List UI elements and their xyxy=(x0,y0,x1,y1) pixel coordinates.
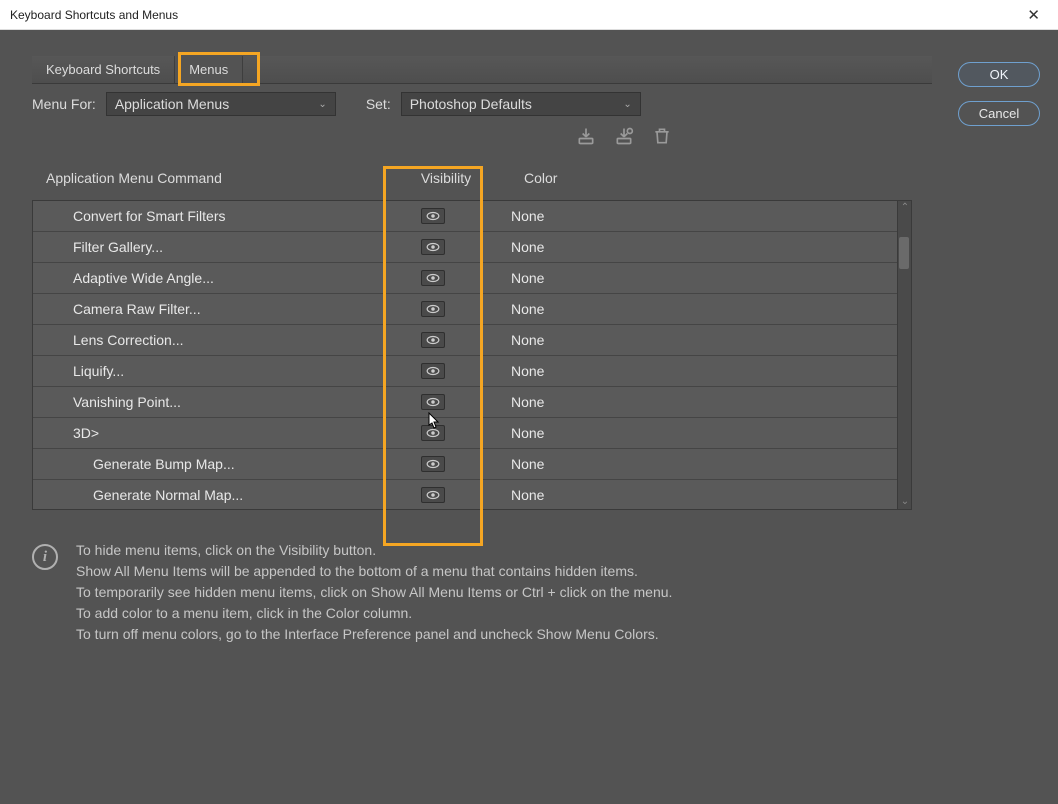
info-line: To turn off menu colors, go to the Inter… xyxy=(76,624,672,645)
menu-command-label: Adaptive Wide Angle... xyxy=(33,270,383,286)
menu-for-label: Menu For: xyxy=(32,96,96,112)
scroll-thumb[interactable] xyxy=(899,237,909,269)
visibility-toggle[interactable] xyxy=(421,332,445,348)
chevron-down-icon: ⌄ xyxy=(623,99,631,110)
color-cell[interactable]: None xyxy=(483,332,863,348)
menu-command-label: Lens Correction... xyxy=(33,332,383,348)
color-cell[interactable]: None xyxy=(483,270,863,286)
color-cell[interactable]: None xyxy=(483,456,863,472)
cancel-button[interactable]: Cancel xyxy=(958,101,1040,126)
table-row[interactable]: Vanishing Point... None xyxy=(33,387,911,418)
color-cell[interactable]: None xyxy=(483,363,863,379)
save-set-as-icon[interactable] xyxy=(614,126,634,146)
menu-for-select[interactable]: Application Menus ⌄ xyxy=(106,92,336,116)
column-header-command: Application Menu Command xyxy=(46,170,396,186)
tab-bar: Keyboard Shortcuts Menus xyxy=(32,56,932,84)
menu-for-value: Application Menus xyxy=(115,96,229,112)
table-row[interactable]: Lens Correction... None xyxy=(33,325,911,356)
color-cell[interactable]: None xyxy=(483,301,863,317)
visibility-toggle[interactable] xyxy=(421,456,445,472)
trash-icon[interactable] xyxy=(652,126,672,146)
color-cell[interactable]: None xyxy=(483,239,863,255)
color-cell[interactable]: None xyxy=(483,394,863,410)
color-cell[interactable]: None xyxy=(483,208,863,224)
scrollbar[interactable]: ⌃ ⌄ xyxy=(897,201,911,509)
visibility-toggle[interactable] xyxy=(421,425,445,441)
set-label: Set: xyxy=(366,96,391,112)
menu-command-label: Camera Raw Filter... xyxy=(33,301,383,317)
menu-command-label: Filter Gallery... xyxy=(33,239,383,255)
menu-command-label: 3D> xyxy=(33,425,383,441)
scroll-down-icon[interactable]: ⌄ xyxy=(898,495,912,509)
tab-keyboard-shortcuts[interactable]: Keyboard Shortcuts xyxy=(32,56,175,83)
menu-command-label: Generate Bump Map... xyxy=(33,456,383,472)
table-row[interactable]: Adaptive Wide Angle... None xyxy=(33,263,911,294)
visibility-toggle[interactable] xyxy=(421,239,445,255)
column-header-color: Color xyxy=(496,170,876,186)
titlebar: Keyboard Shortcuts and Menus ✕ xyxy=(0,0,1058,30)
menu-grid: Application Menu Command Visibility Colo… xyxy=(32,164,912,510)
visibility-toggle[interactable] xyxy=(421,394,445,410)
info-line: To hide menu items, click on the Visibil… xyxy=(76,540,672,561)
visibility-toggle[interactable] xyxy=(421,208,445,224)
visibility-toggle[interactable] xyxy=(421,363,445,379)
visibility-toggle[interactable] xyxy=(421,487,445,503)
table-row[interactable]: Camera Raw Filter... None xyxy=(33,294,911,325)
color-cell[interactable]: None xyxy=(483,487,863,503)
save-set-icon[interactable] xyxy=(576,126,596,146)
ok-button[interactable]: OK xyxy=(958,62,1040,87)
info-icon: i xyxy=(32,544,58,570)
info-line: To temporarily see hidden menu items, cl… xyxy=(76,582,672,603)
set-value: Photoshop Defaults xyxy=(410,96,532,112)
chevron-down-icon: ⌄ xyxy=(318,99,326,110)
menu-command-label: Generate Normal Map... xyxy=(33,487,383,503)
table-row[interactable]: Convert for Smart Filters None xyxy=(33,201,911,232)
column-header-visibility: Visibility xyxy=(396,170,496,186)
table-row[interactable]: Generate Bump Map... None xyxy=(33,449,911,480)
close-icon[interactable]: ✕ xyxy=(1019,2,1048,28)
table-row[interactable]: Liquify... None xyxy=(33,356,911,387)
menu-command-label: Liquify... xyxy=(33,363,383,379)
visibility-toggle[interactable] xyxy=(421,301,445,317)
tab-menus[interactable]: Menus xyxy=(175,56,243,83)
table-row[interactable]: Generate Normal Map... None xyxy=(33,480,911,510)
table-row[interactable]: 3D> None xyxy=(33,418,911,449)
visibility-toggle[interactable] xyxy=(421,270,445,286)
menu-command-label: Convert for Smart Filters xyxy=(33,208,383,224)
color-cell[interactable]: None xyxy=(483,425,863,441)
menu-command-label: Vanishing Point... xyxy=(33,394,383,410)
window-title: Keyboard Shortcuts and Menus xyxy=(10,8,178,22)
scroll-up-icon[interactable]: ⌃ xyxy=(898,201,912,215)
info-line: Show All Menu Items will be appended to … xyxy=(76,561,672,582)
set-select[interactable]: Photoshop Defaults ⌄ xyxy=(401,92,641,116)
info-line: To add color to a menu item, click in th… xyxy=(76,603,672,624)
table-row[interactable]: Filter Gallery... None xyxy=(33,232,911,263)
info-text: To hide menu items, click on the Visibil… xyxy=(76,540,672,645)
